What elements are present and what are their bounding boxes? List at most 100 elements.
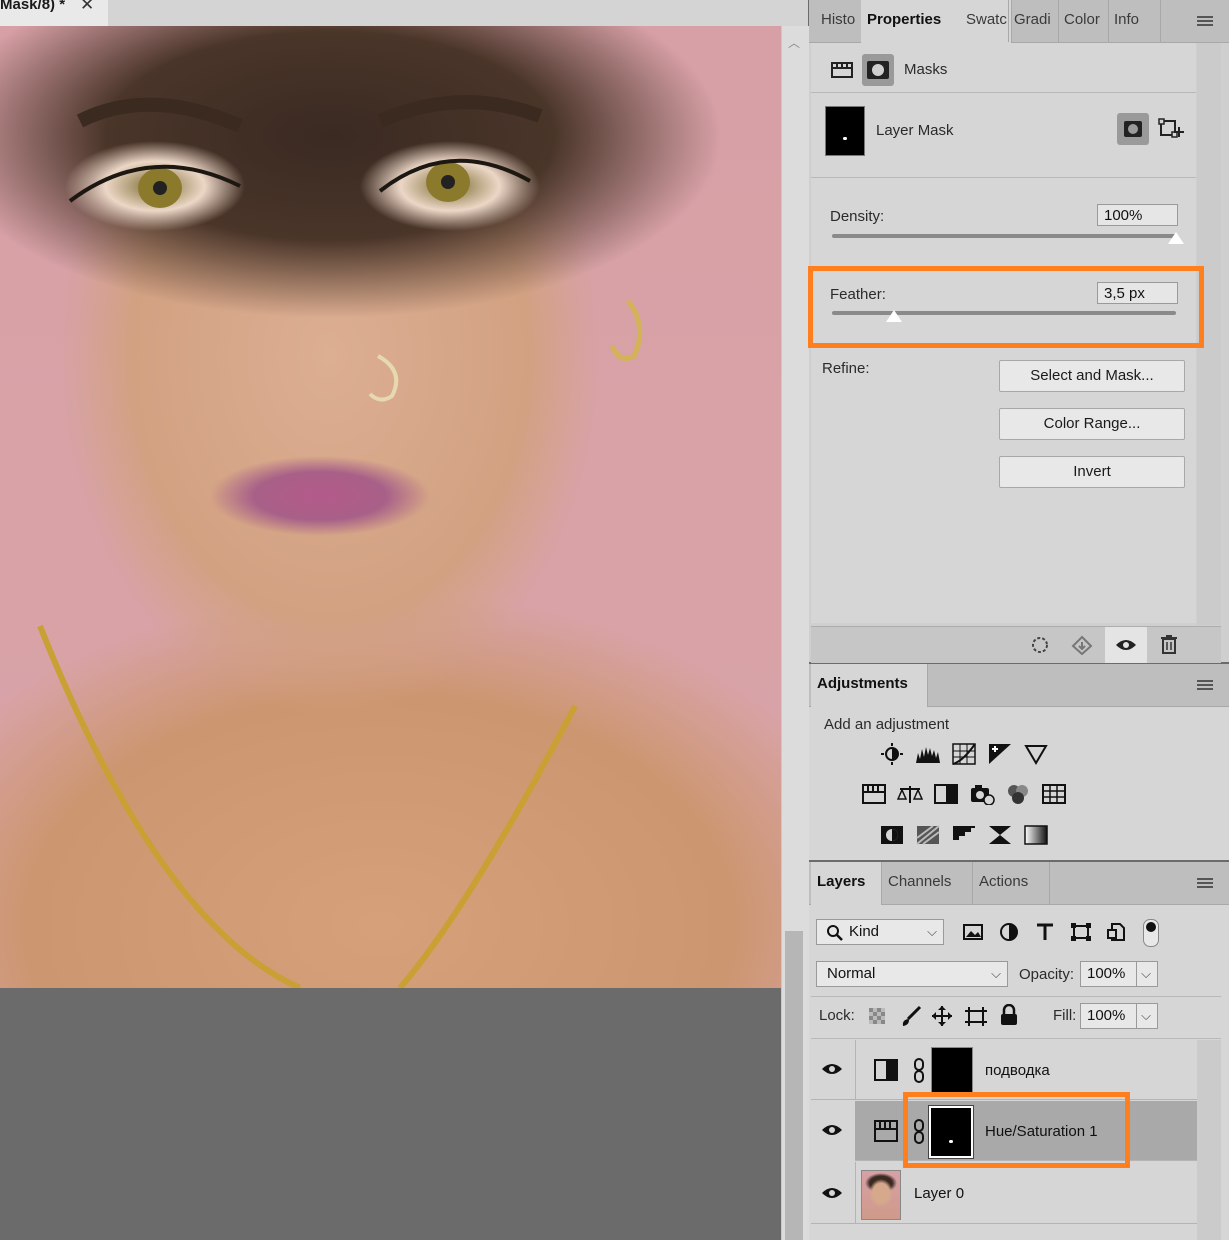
tab-info[interactable]: Info	[1108, 0, 1161, 42]
chevron-down-icon: ⌵	[991, 966, 1001, 981]
opacity-value: 100%	[1087, 965, 1126, 982]
filter-shape-icon[interactable]	[1070, 922, 1092, 942]
layer-row[interactable]: Layer 0	[811, 1162, 1197, 1224]
trash-icon[interactable]	[1159, 633, 1179, 655]
layer-mask-icon	[1124, 121, 1142, 137]
density-input[interactable]: 100%	[1097, 204, 1178, 226]
filter-pixel-icon[interactable]	[962, 922, 984, 942]
properties-tab-bar: Histo Properties Swatc Gradi Color Info	[809, 0, 1229, 43]
color-lookup-icon[interactable]	[1041, 783, 1067, 805]
panel-menu-icon[interactable]	[1197, 878, 1213, 890]
divider	[811, 1038, 1221, 1039]
density-label: Density:	[830, 208, 885, 225]
curves-icon[interactable]	[951, 743, 977, 765]
blend-mode-select[interactable]: Normal ⌵	[816, 961, 1008, 987]
pixel-mask-button[interactable]	[826, 54, 858, 86]
canvas-vertical-scrollbar[interactable]: ︿	[781, 26, 809, 1240]
document-tab[interactable]: Mask/8) * ✕	[0, 0, 108, 26]
tab-properties-label: Properties	[867, 11, 942, 28]
gradient-map-icon[interactable]	[1023, 824, 1049, 846]
color-balance-icon[interactable]	[897, 783, 923, 805]
link-icon[interactable]	[912, 1057, 926, 1085]
lock-all-icon[interactable]	[999, 1004, 1019, 1026]
layer-name[interactable]: подводка	[985, 1062, 1050, 1079]
invert-adjustment-icon[interactable]	[879, 824, 905, 846]
eye-icon[interactable]	[821, 1186, 843, 1200]
filter-type-icon[interactable]	[1034, 922, 1056, 942]
fill-label: Fill:	[1053, 1007, 1077, 1024]
load-selection-icon[interactable]	[1029, 635, 1051, 655]
density-slider[interactable]	[832, 234, 1176, 238]
feather-highlight-box	[808, 266, 1204, 348]
layers-tab-bar: Layers Channels Actions	[809, 862, 1229, 905]
tab-layers[interactable]: Layers	[811, 862, 882, 905]
density-slider-knob[interactable]	[1168, 232, 1184, 244]
add-vector-mask-button[interactable]	[1155, 113, 1187, 145]
hue-saturation-icon[interactable]	[861, 783, 887, 805]
brightness-contrast-icon[interactable]	[879, 743, 905, 765]
properties-footer	[811, 626, 1221, 663]
tab-adjustments[interactable]: Adjustments	[811, 664, 928, 707]
selective-color-icon[interactable]	[987, 824, 1013, 846]
levels-icon[interactable]	[915, 743, 941, 765]
invert-button[interactable]: Invert	[999, 456, 1185, 488]
layer-photo-thumbnail[interactable]	[861, 1170, 901, 1220]
close-icon[interactable]: ✕	[80, 0, 94, 13]
document-tab-bar	[0, 0, 808, 26]
chevron-down-icon[interactable]: ⌵	[1136, 1004, 1151, 1028]
threshold-icon[interactable]	[951, 824, 977, 846]
select-and-mask-button[interactable]: Select and Mask...	[999, 360, 1185, 392]
chevron-down-icon[interactable]: ⌵	[1136, 962, 1151, 986]
filter-kind-value: Kind	[849, 923, 880, 940]
filter-toggle-switch[interactable]	[1143, 919, 1159, 947]
vibrance-icon[interactable]	[1023, 743, 1049, 765]
posterize-icon[interactable]	[915, 824, 941, 846]
blend-mode-value: Normal	[827, 965, 876, 982]
document-tab-title: Mask/8) *	[0, 0, 66, 13]
black-white-icon[interactable]	[933, 783, 959, 805]
photo-filter-icon[interactable]	[969, 783, 995, 805]
layer-row[interactable]: подводка	[811, 1040, 1197, 1100]
pixel-mask-icon	[831, 62, 853, 78]
layer-mask-thumbnail[interactable]	[825, 106, 865, 156]
lock-pixels-brush-icon[interactable]	[900, 1005, 922, 1027]
panel-menu-icon[interactable]	[1197, 680, 1213, 692]
add-adjustment-label: Add an adjustment	[824, 716, 950, 733]
layer-name[interactable]: Layer 0	[914, 1185, 964, 1202]
toggle-mask-button[interactable]	[1105, 627, 1147, 663]
lock-transparent-icon[interactable]	[867, 1006, 887, 1026]
canvas-image[interactable]	[0, 26, 781, 988]
refine-label: Refine:	[822, 360, 870, 377]
exposure-icon[interactable]	[987, 743, 1013, 765]
black-white-adjustment-icon	[874, 1059, 898, 1081]
lock-position-move-icon[interactable]	[931, 1005, 953, 1027]
apply-mask-icon[interactable]	[1071, 635, 1093, 655]
layers-scrollbar[interactable]	[1197, 1040, 1221, 1240]
panel-menu-icon[interactable]	[1197, 16, 1213, 28]
filter-smart-object-icon[interactable]	[1106, 922, 1128, 942]
search-icon	[827, 925, 843, 941]
filter-adjustment-icon[interactable]	[998, 922, 1020, 942]
layer-highlight-box	[903, 1092, 1130, 1168]
scrollbar-thumb[interactable]	[785, 931, 803, 1240]
lock-artboard-icon[interactable]	[964, 1005, 988, 1027]
tab-actions[interactable]: Actions	[973, 862, 1050, 904]
eye-icon[interactable]	[821, 1062, 843, 1076]
tab-swatches[interactable]: Swatc	[960, 0, 1009, 42]
layer-mask-thumbnail[interactable]	[931, 1047, 973, 1097]
tab-channels[interactable]: Channels	[882, 862, 973, 904]
tab-gradients[interactable]: Gradi	[1008, 0, 1059, 42]
fill-input[interactable]: 100% ⌵	[1080, 1003, 1158, 1029]
select-mask-button[interactable]	[1117, 113, 1149, 145]
color-range-button[interactable]: Color Range...	[999, 408, 1185, 440]
channel-mixer-icon[interactable]	[1005, 783, 1031, 805]
filter-kind-select[interactable]: Kind ⌵	[816, 919, 944, 945]
tab-color[interactable]: Color	[1058, 0, 1109, 42]
layer-mask-button[interactable]	[862, 54, 894, 86]
eye-icon[interactable]	[821, 1123, 843, 1137]
opacity-input[interactable]: 100% ⌵	[1080, 961, 1158, 987]
adjustments-tab-bar: Adjustments	[809, 664, 1229, 707]
scroll-up-icon[interactable]: ︿	[788, 34, 800, 51]
lock-label: Lock:	[819, 1007, 855, 1024]
opacity-label: Opacity:	[1019, 966, 1075, 983]
